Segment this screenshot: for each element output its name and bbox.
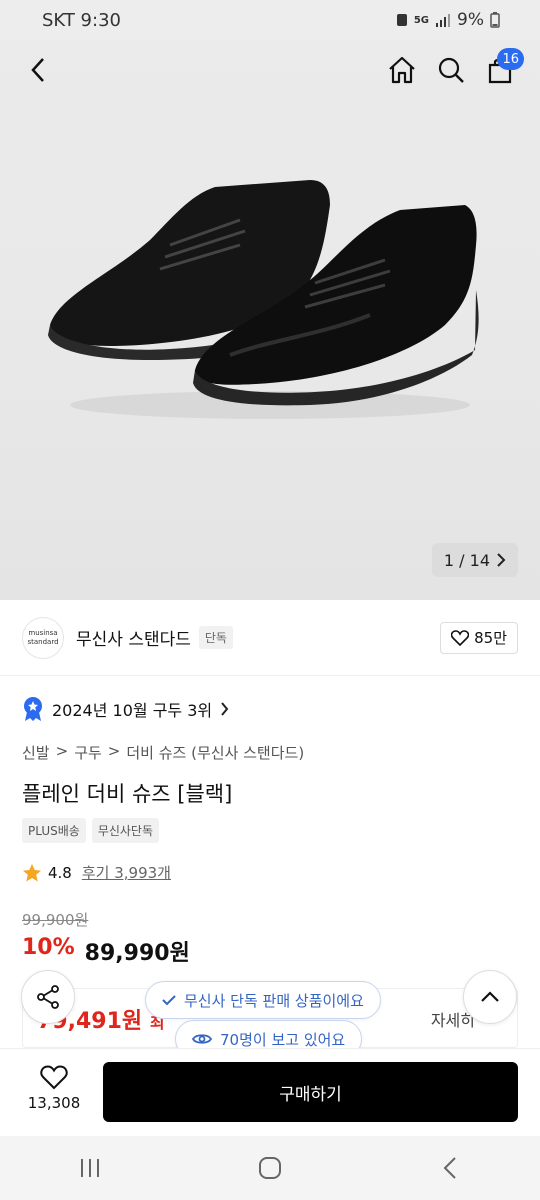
back-chevron-icon [443, 1157, 456, 1179]
brand-logo[interactable]: musinsa standard [22, 616, 64, 659]
brand-name[interactable]: 무신사 스탠다드 [76, 625, 191, 650]
exclusive-tag: 단독 [198, 626, 233, 649]
checkmark-icon [162, 995, 176, 1006]
tag-exclusive: 무신사단독 [91, 818, 160, 843]
breadcrumb: 신발 > 구두 > 더비 슈즈 (무신사 스탠다드) [22, 742, 304, 763]
star-icon [23, 863, 41, 881]
back-button[interactable] [18, 50, 58, 90]
top-navigation: 16 [0, 44, 540, 96]
product-screen: 1 / 14 SKT 9:30 5G 9% 16 musinsa standar… [0, 0, 540, 1200]
breadcrumb-item[interactable]: 더비 슈즈 (무신사 스탠다드) [126, 742, 304, 763]
brand-like-count: 85만 [474, 629, 507, 647]
carrier-time: SKT 9:30 [42, 9, 121, 31]
battery-icon [490, 12, 500, 28]
battery-percent: 9% [457, 10, 484, 30]
cart-count-badge: 16 [497, 48, 524, 70]
cart-button[interactable]: 16 [480, 48, 524, 90]
chevron-right-icon [497, 553, 506, 567]
exclusive-sale-text: 무신사 단독 판매 상품이에요 [184, 991, 364, 1010]
notification-icon [396, 14, 407, 26]
ranking-text: 2024년 10월 구두 3위 [52, 701, 213, 720]
recent-apps-button[interactable] [60, 1148, 120, 1188]
purchase-bar: 13,308 구매하기 [0, 1048, 540, 1136]
rating-row: 4.8 후기 3,993개 [22, 862, 171, 883]
wishlist-count: 13,308 [27, 1094, 81, 1112]
network-type: 5G [413, 14, 430, 26]
heart-icon [451, 629, 470, 646]
sale-price: 89,990원 [84, 941, 190, 966]
page-indicator-text: 1 / 14 [443, 550, 490, 570]
ranking-link[interactable]: 2024년 10월 구두 3위 [22, 696, 229, 722]
buy-button[interactable]: 구매하기 [103, 1062, 518, 1122]
signal-icon [436, 14, 451, 27]
share-icon [37, 985, 59, 1009]
brand-row: musinsa standard 무신사 스탠다드 단독 85만 [0, 600, 540, 676]
system-navigation-bar [0, 1136, 540, 1200]
tag-plus-delivery: PLUS배송 [22, 818, 86, 843]
back-nav-button[interactable] [420, 1148, 480, 1188]
chevron-up-icon [481, 991, 499, 1002]
search-icon [438, 57, 464, 83]
rating-score: 4.8 [48, 863, 72, 882]
home-circle-icon [259, 1157, 281, 1179]
chevron-right-icon [221, 702, 229, 716]
ranking-badge-icon [24, 697, 42, 721]
home-icon [389, 56, 415, 84]
breadcrumb-separator: > [107, 742, 121, 760]
price-row: 10% 89,990원 [22, 935, 190, 967]
back-arrow-icon [31, 58, 44, 82]
image-page-indicator[interactable]: 1 / 14 [431, 543, 518, 577]
viewers-text: 70명이 보고 있어요 [220, 1030, 346, 1049]
status-icons: 5G 9% [396, 10, 500, 30]
status-bar: SKT 9:30 5G 9% [0, 0, 540, 40]
exclusive-sale-pill: 무신사 단독 판매 상품이에요 [145, 981, 381, 1019]
breadcrumb-item[interactable]: 구두 [74, 742, 102, 763]
home-button[interactable] [382, 50, 422, 90]
breadcrumb-item[interactable]: 신발 [22, 742, 50, 763]
review-count-link[interactable]: 후기 3,993개 [82, 862, 171, 883]
product-title: 플레인 더비 슈즈 [블랙] [22, 782, 233, 806]
eye-icon [192, 1034, 212, 1044]
discount-rate: 10% [22, 935, 75, 960]
shoe-image [48, 180, 479, 419]
original-price: 99,900원 [22, 911, 89, 929]
product-tags: PLUS배송 무신사단독 [22, 818, 160, 843]
scroll-top-button[interactable] [463, 970, 517, 1024]
home-nav-button[interactable] [240, 1148, 300, 1188]
brand-logo-text-2: standard [27, 637, 59, 646]
breadcrumb-separator: > [55, 742, 69, 760]
heart-icon [40, 1065, 68, 1090]
search-button[interactable] [431, 50, 471, 90]
recent-apps-icon [81, 1159, 99, 1177]
brand-like-button[interactable]: 85만 [440, 621, 518, 654]
share-button[interactable] [21, 970, 75, 1024]
brand-logo-text-1: musinsa [28, 628, 58, 637]
wishlist-button[interactable]: 13,308 [24, 1065, 84, 1112]
